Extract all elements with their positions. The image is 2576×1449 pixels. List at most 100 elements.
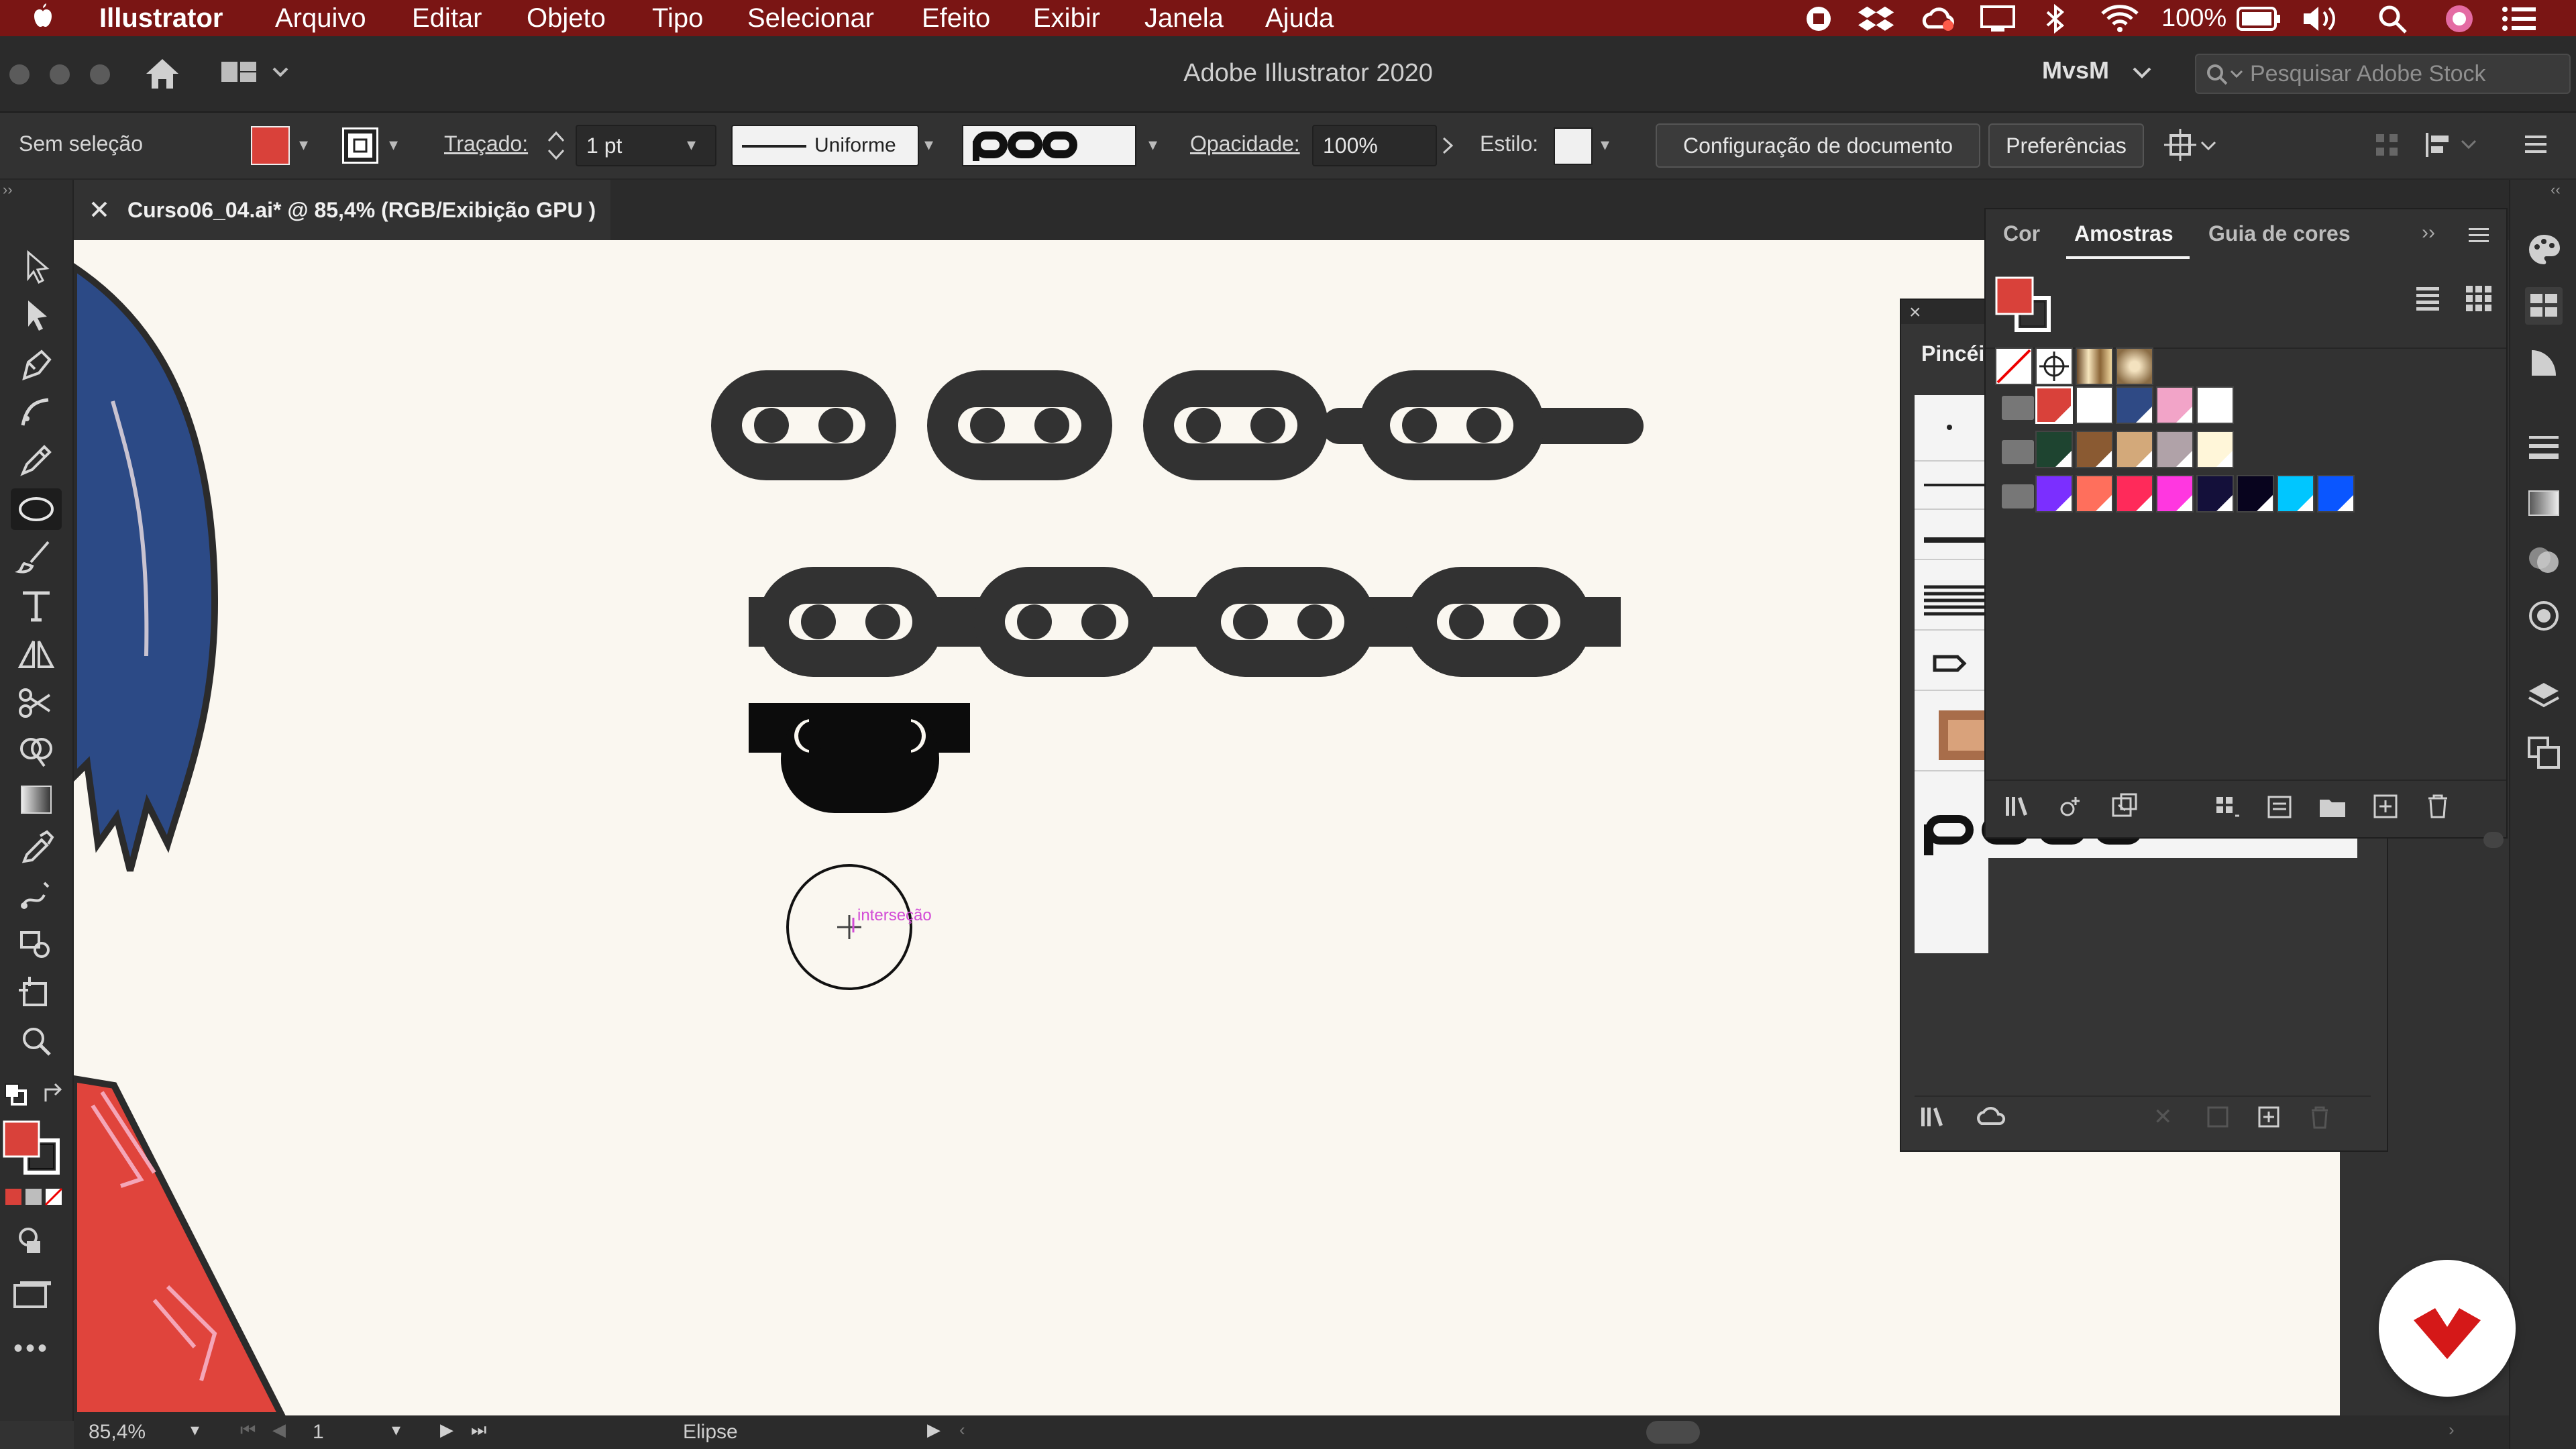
transparency-panel-icon[interactable]	[2525, 541, 2563, 578]
profile-chevron-down-icon[interactable]: ▾	[924, 134, 933, 155]
color-swatch[interactable]	[2035, 475, 2073, 513]
creative-cloud-icon[interactable]	[1919, 4, 1959, 34]
color-swatch[interactable]	[2156, 386, 2194, 424]
color-swatch[interactable]	[2116, 431, 2153, 468]
gold-gradient-swatch[interactable]	[2076, 347, 2113, 385]
close-window-button[interactable]	[9, 64, 30, 85]
stroke-chevron-down-icon[interactable]: ▾	[389, 134, 398, 155]
scroll-left-icon[interactable]: ‹	[959, 1419, 965, 1440]
toolbar-collapse-icon[interactable]: ››	[3, 181, 13, 199]
red-garment-shape[interactable]	[74, 1075, 286, 1415]
swatches-panel-icon[interactable]	[2525, 287, 2563, 325]
menu-arquivo[interactable]: Arquivo	[275, 0, 366, 36]
arrange-documents-icon[interactable]	[217, 58, 291, 87]
color-swatch[interactable]	[2076, 431, 2113, 468]
radial-gradient-swatch[interactable]	[2116, 347, 2153, 385]
battery-icon[interactable]	[2237, 7, 2281, 31]
reflect-tool-icon[interactable]	[11, 633, 62, 675]
brush-list[interactable]	[1915, 395, 1988, 953]
spotlight-search-icon[interactable]	[2377, 4, 2408, 34]
notification-center-icon[interactable]	[2501, 5, 2538, 32]
zoom-level-field[interactable]: 85,4%	[89, 1421, 146, 1444]
swatch-options-icon[interactable]	[2212, 792, 2243, 822]
direct-selection-tool-icon[interactable]	[11, 295, 62, 337]
swap-fill-stroke-icon[interactable]	[40, 1081, 67, 1106]
layers-panel-icon[interactable]	[2525, 678, 2563, 715]
distribute-icon[interactable]	[2423, 130, 2483, 160]
drawing-mode-icon[interactable]	[15, 1226, 48, 1256]
menu-efeito[interactable]: Efeito	[922, 0, 990, 36]
color-swatch[interactable]	[2196, 431, 2234, 468]
active-fill-stroke-indicator[interactable]	[1992, 274, 2059, 341]
zoom-window-button[interactable]	[90, 64, 110, 85]
horizontal-scrollbar-thumb[interactable]	[1646, 1421, 1700, 1444]
delete-swatch-icon[interactable]	[2423, 792, 2454, 822]
chain-row-2[interactable]	[749, 567, 1621, 677]
workspace-chevron-down-icon[interactable]	[2132, 66, 2152, 79]
new-color-group-icon[interactable]	[2265, 792, 2296, 822]
color-swatch[interactable]	[2116, 475, 2153, 513]
menu-editar[interactable]: Editar	[412, 0, 482, 36]
none-swatch[interactable]	[1995, 347, 2033, 385]
zoom-tool-icon[interactable]	[11, 1020, 62, 1061]
zoom-chevron-down-icon[interactable]: ▾	[191, 1419, 199, 1440]
next-artboard-icon[interactable]: ▶	[440, 1419, 453, 1440]
color-swatch[interactable]	[2237, 475, 2274, 513]
status-menu-icon[interactable]: ▶	[927, 1419, 941, 1440]
new-brush-icon[interactable]	[2255, 1104, 2282, 1130]
swatch-group-folder-icon[interactable]	[2002, 484, 2034, 508]
color-swatch[interactable]	[2277, 475, 2314, 513]
add-to-library-icon[interactable]	[2055, 792, 2086, 822]
swatch-group-folder-icon[interactable]	[2002, 396, 2034, 420]
close-document-icon[interactable]	[87, 197, 111, 221]
color-swatch[interactable]	[2156, 475, 2194, 513]
user-avatar-icon[interactable]	[2445, 4, 2474, 34]
color-swatch[interactable]	[2156, 431, 2194, 468]
dock-collapse-icon[interactable]: ‹‹	[2551, 181, 2561, 199]
color-swatch[interactable]	[2196, 386, 2234, 424]
curvature-tool-icon[interactable]	[11, 392, 62, 433]
bluetooth-icon[interactable]	[2042, 4, 2069, 34]
control-bar-menu-icon[interactable]	[2522, 133, 2549, 156]
swatch-group-folder-icon[interactable]	[2002, 440, 2034, 464]
symbol-sprayer-tool-icon[interactable]	[11, 923, 62, 965]
color-palette-icon[interactable]	[2525, 231, 2563, 268]
stroke-weight-chevron-down-icon[interactable]: ▾	[687, 134, 696, 155]
volume-icon[interactable]	[2301, 4, 2341, 34]
ellipse-tool-icon[interactable]	[11, 488, 62, 530]
preferences-button[interactable]: Preferências	[1988, 123, 2144, 168]
align-icon[interactable]	[2373, 131, 2400, 158]
eyedropper-tool-icon[interactable]	[11, 826, 62, 868]
display-icon[interactable]	[1979, 4, 2019, 34]
pen-tool-icon[interactable]	[11, 343, 62, 385]
color-swatch[interactable]	[2196, 475, 2234, 513]
default-fill-stroke-icon[interactable]	[4, 1083, 31, 1106]
tab-amostras[interactable]: Amostras	[2074, 221, 2174, 246]
registration-swatch[interactable]	[2035, 347, 2073, 385]
menu-tipo[interactable]: Tipo	[652, 0, 703, 36]
gradient-panel-icon[interactable]	[2525, 484, 2563, 522]
new-swatch-group-folder-icon[interactable]	[2317, 792, 2348, 822]
menu-ajuda[interactable]: Ajuda	[1265, 0, 1334, 36]
panel-collapse-icon[interactable]: ››	[2422, 221, 2435, 244]
stroke-swatch[interactable]	[341, 126, 380, 165]
menu-selecionar[interactable]: Selecionar	[747, 0, 874, 36]
wifi-icon[interactable]	[2100, 3, 2140, 34]
previous-artboard-icon[interactable]: ◀	[272, 1419, 286, 1440]
thumbnail-view-icon[interactable]	[2463, 282, 2494, 313]
brush-definition-field[interactable]	[962, 125, 1136, 166]
document-tab[interactable]: Curso06_04.ai* @ 85,4% (RGB/Exibição GPU…	[74, 180, 610, 240]
blend-tool-icon[interactable]	[11, 875, 62, 916]
color-swatch[interactable]	[2035, 386, 2073, 424]
color-swatch[interactable]	[2035, 431, 2073, 468]
artboard-tool-icon[interactable]	[11, 971, 62, 1013]
screen-mode-icon[interactable]	[12, 1280, 52, 1309]
menu-exibir[interactable]: Exibir	[1033, 0, 1100, 36]
brushes-panel-icon[interactable]	[2525, 343, 2563, 381]
edit-toolbar-more-icon[interactable]: •••	[13, 1334, 50, 1364]
style-chevron-down-icon[interactable]: ▾	[1601, 134, 1609, 155]
stock-search-input[interactable]: Pesquisar Adobe Stock	[2195, 54, 2571, 94]
menu-illustrator[interactable]: Illustrator	[99, 0, 223, 36]
gradient-tool-icon[interactable]	[11, 778, 62, 820]
chain-row-1[interactable]	[711, 370, 1644, 480]
